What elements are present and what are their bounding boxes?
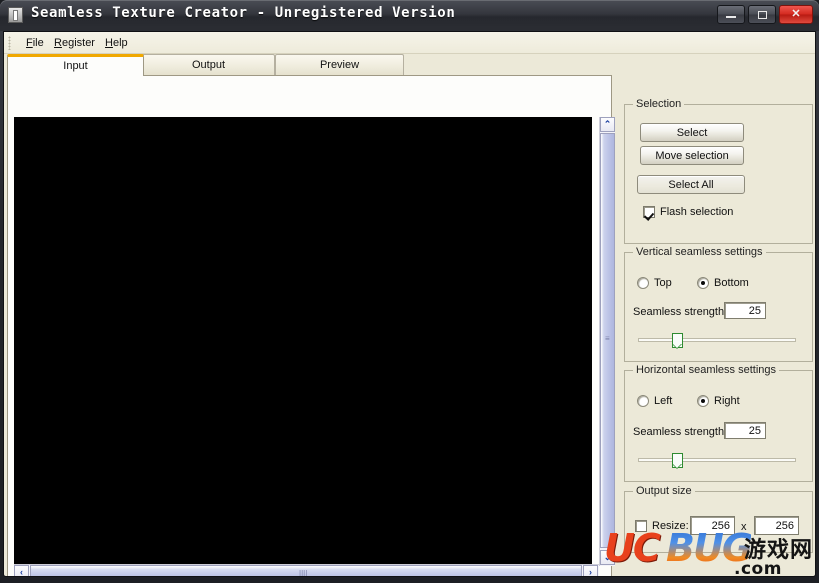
group-selection-title: Selection [633, 98, 685, 110]
app-icon [8, 7, 23, 23]
window-title: Seamless Texture Creator - Unregistered … [31, 5, 456, 21]
close-icon: ✕ [791, 8, 801, 20]
horizontal-thumb-grip: |||| [299, 569, 308, 577]
vertical-scrollbar-thumb[interactable]: ≡ [600, 133, 615, 548]
image-canvas[interactable] [14, 117, 592, 566]
group-vertical-title: Vertical seamless settings [633, 246, 766, 258]
horizontal-strength-label: Seamless strength: [633, 426, 728, 438]
window-frame: Seamless Texture Creator - Unregistered … [0, 0, 819, 583]
select-all-button-label: Select All [668, 178, 714, 191]
group-horizontal-title: Horizontal seamless settings [633, 364, 780, 376]
maximize-button[interactable] [748, 5, 776, 24]
radio-horizontal-right[interactable] [697, 395, 709, 407]
vertical-slider-thumb[interactable] [672, 333, 683, 349]
canvas-vertical-scrollbar[interactable]: ⌃ ≡ ⌄ [599, 117, 615, 566]
tab-output-label: Output [191, 59, 226, 71]
group-output-size-title: Output size [633, 485, 695, 497]
menu-bar: File Register Help [4, 32, 815, 54]
chevron-up-icon: ⌃ [603, 119, 612, 129]
vertical-thumb-grip: ≡ [605, 334, 610, 343]
scroll-right-button[interactable]: › [583, 565, 598, 577]
group-vertical-seamless: Vertical seamless settings Top Bottom Se… [624, 246, 813, 362]
tab-output[interactable]: Output [142, 54, 275, 76]
application-window: Seamless Texture Creator - Unregistered … [0, 0, 819, 583]
radio-horizontal-left-label: Left [654, 395, 673, 407]
menu-help-label: elp [112, 37, 128, 49]
menu-register-label: egister [61, 37, 95, 49]
radio-vertical-bottom-label: Bottom [714, 277, 749, 289]
horizontal-slider-track[interactable] [638, 458, 796, 462]
vertical-strength-label: Seamless strength: [633, 306, 728, 318]
tab-input[interactable]: Input [7, 54, 144, 76]
minimize-button[interactable] [717, 5, 745, 24]
watermark-uc-text: UC [604, 526, 661, 570]
title-bar[interactable]: Seamless Texture Creator - Unregistered … [0, 0, 819, 31]
select-button-label: Select [676, 126, 708, 139]
select-button[interactable]: Select [640, 123, 744, 142]
menu-help-accel: H [105, 37, 113, 49]
tab-input-label: Input [63, 60, 88, 72]
watermark-logo: UC BUG 游戏网 .com [598, 526, 816, 580]
tab-page-input: ⌃ ≡ ⌄ ‹ |||| › [7, 75, 615, 577]
canvas-horizontal-scrollbar[interactable]: ‹ |||| › [14, 564, 599, 577]
tab-preview[interactable]: Preview [275, 54, 404, 76]
scroll-left-button[interactable]: ‹ [14, 565, 29, 577]
close-button[interactable]: ✕ [779, 5, 813, 24]
flash-selection-checkbox[interactable] [643, 206, 655, 218]
maximize-icon [757, 10, 767, 19]
radio-horizontal-left[interactable] [637, 395, 649, 407]
group-horizontal-seamless: Horizontal seamless settings Left Right … [624, 364, 813, 482]
minimize-icon [726, 16, 736, 18]
settings-panel: Selection Select Move selection Select A… [624, 75, 814, 576]
radio-vertical-top-label: Top [654, 277, 672, 289]
horizontal-slider-thumb[interactable] [672, 453, 683, 469]
move-selection-button[interactable]: Move selection [640, 146, 744, 165]
window-controls: ✕ [717, 5, 813, 25]
horizontal-strength-input[interactable]: 25 [724, 422, 766, 439]
watermark-com-text: .com [734, 559, 782, 579]
group-selection: Selection Select Move selection Select A… [624, 98, 813, 244]
menu-item-help[interactable]: Help [101, 36, 132, 51]
client-area: File Register Help Input Output Preview [3, 31, 816, 577]
tab-strip: Input Output Preview [4, 54, 815, 76]
radio-vertical-bottom[interactable] [697, 277, 709, 289]
vertical-strength-input[interactable]: 25 [724, 302, 766, 319]
menu-grip-handle[interactable] [8, 36, 11, 50]
chevron-left-icon: ‹ [20, 567, 23, 577]
vertical-slider-track[interactable] [638, 338, 796, 342]
menu-item-register[interactable]: Register [50, 36, 99, 51]
horizontal-scrollbar-thumb[interactable]: |||| [30, 565, 582, 577]
move-selection-button-label: Move selection [655, 149, 729, 162]
menu-register-accel: R [54, 37, 62, 49]
select-all-button[interactable]: Select All [637, 175, 745, 194]
horizontal-strength-slider[interactable] [638, 453, 796, 469]
scroll-up-button[interactable]: ⌃ [600, 117, 615, 132]
radio-horizontal-right-label: Right [714, 395, 740, 407]
menu-file-label: ile [32, 37, 44, 49]
tab-preview-label: Preview [319, 59, 360, 71]
menu-item-file[interactable]: File [22, 36, 48, 51]
chevron-right-icon: › [589, 567, 592, 577]
flash-selection-label: Flash selection [660, 206, 734, 218]
menu-file-accel: F [26, 37, 33, 49]
vertical-strength-slider[interactable] [638, 333, 796, 349]
radio-vertical-top[interactable] [637, 277, 649, 289]
